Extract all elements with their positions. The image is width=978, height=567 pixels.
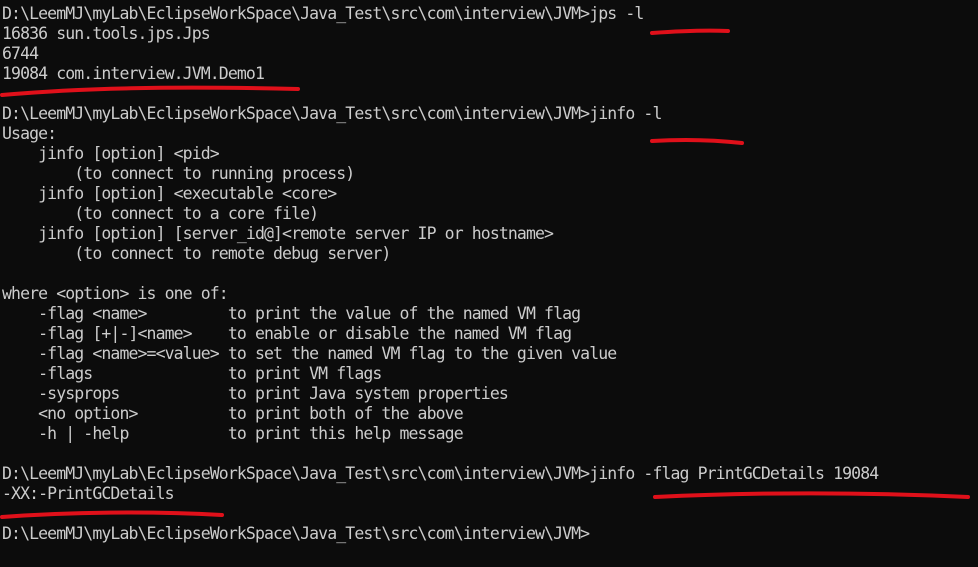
output-line: jinfo [option] <pid> [2, 144, 220, 163]
prompt-line: D:\LeemMJ\myLab\EclipseWorkSpace\Java_Te… [2, 104, 978, 124]
output-line: -XX:-PrintGCDetails [2, 484, 175, 503]
output-line: jinfo [option] [server_id@]<remote serve… [2, 224, 554, 243]
prompt-line: D:\LeemMJ\myLab\EclipseWorkSpace\Java_Te… [2, 4, 978, 24]
output-line: -flag <name>=<value> to set the named VM… [2, 344, 617, 363]
prompt-path: D:\LeemMJ\myLab\EclipseWorkSpace\Java_Te… [2, 524, 590, 543]
output-line: (to connect to a core file) [2, 204, 319, 223]
output-line: where <option> is one of: [2, 284, 229, 303]
command-text: jinfo -flag PrintGCDetails 19084 [589, 464, 879, 483]
output-line: <no option> to print both of the above [2, 404, 464, 423]
command-text: jinfo -l [589, 104, 662, 123]
prompt-path: D:\LeemMJ\myLab\EclipseWorkSpace\Java_Te… [2, 464, 590, 483]
output-line: (to connect to running process) [2, 164, 355, 183]
command-text: jps -l [589, 4, 644, 23]
prompt-line: D:\LeemMJ\myLab\EclipseWorkSpace\Java_Te… [2, 464, 978, 484]
output-line: -flag [+|-]<name> to enable or disable t… [2, 324, 572, 343]
output-line: 6744 [2, 44, 39, 63]
output-line: -sysprops to print Java system propertie… [2, 384, 509, 403]
prompt-line: D:\LeemMJ\myLab\EclipseWorkSpace\Java_Te… [2, 524, 978, 544]
output-line: jinfo [option] <executable <core> [2, 184, 337, 203]
prompt-path: D:\LeemMJ\myLab\EclipseWorkSpace\Java_Te… [2, 104, 590, 123]
output-line: 16836 sun.tools.jps.Jps [2, 24, 211, 43]
output-line: -flags to print VM flags [2, 364, 382, 383]
terminal-window[interactable]: D:\LeemMJ\myLab\EclipseWorkSpace\Java_Te… [0, 0, 978, 567]
prompt-path: D:\LeemMJ\myLab\EclipseWorkSpace\Java_Te… [2, 4, 590, 23]
output-line: -h | -help to print this help message [2, 424, 464, 443]
output-line: Usage: [2, 124, 57, 143]
output-line: -flag <name> to print the value of the n… [2, 304, 581, 323]
output-line: (to connect to remote debug server) [2, 244, 391, 263]
terminal-output: D:\LeemMJ\myLab\EclipseWorkSpace\Java_Te… [2, 4, 978, 544]
output-line: 19084 com.interview.JVM.Demo1 [2, 64, 265, 83]
